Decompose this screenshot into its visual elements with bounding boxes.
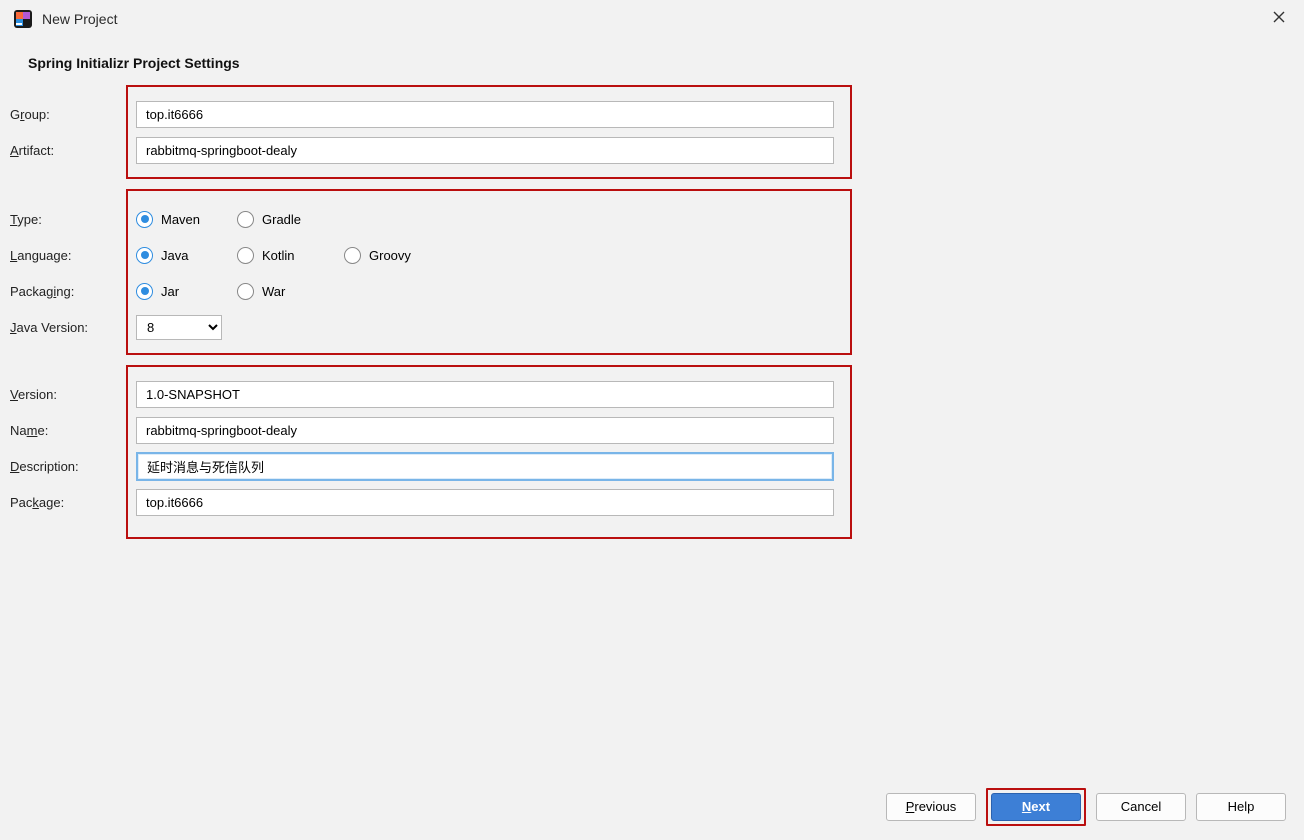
cancel-button[interactable]: Cancel: [1096, 793, 1186, 821]
label-name: Name:: [10, 423, 130, 438]
box-type-lang-pack: Type: Maven Gradle Language: Java Kotlin…: [126, 189, 852, 355]
previous-button[interactable]: Previous: [886, 793, 976, 821]
radio-packaging-war[interactable]: War: [237, 283, 330, 300]
box-metadata: Version: Name: Description: Package:: [126, 365, 852, 539]
description-input[interactable]: [136, 452, 834, 481]
button-bar: Previous Next Cancel Help: [886, 788, 1286, 826]
label-package: Package:: [10, 495, 130, 510]
label-javaversion: Java Version:: [10, 320, 130, 335]
next-button[interactable]: Next: [991, 793, 1081, 821]
package-input[interactable]: [136, 489, 834, 516]
page-heading: Spring Initializr Project Settings: [28, 55, 1286, 71]
radio-lang-groovy[interactable]: Groovy: [344, 247, 444, 264]
label-description: Description:: [10, 459, 130, 474]
name-input[interactable]: [136, 417, 834, 444]
label-packaging: Packaging:: [10, 284, 130, 299]
next-highlight: Next: [986, 788, 1086, 826]
label-language: Language:: [10, 248, 130, 263]
label-type: Type:: [10, 212, 130, 227]
label-version: Version:: [10, 387, 130, 402]
version-input[interactable]: [136, 381, 834, 408]
radio-type-gradle[interactable]: Gradle: [237, 211, 330, 228]
java-version-select[interactable]: 8: [136, 315, 222, 340]
label-group: Group:: [10, 107, 130, 122]
window-title: New Project: [42, 11, 117, 27]
radio-packaging-jar[interactable]: Jar: [136, 283, 223, 300]
radio-type-maven[interactable]: Maven: [136, 211, 223, 228]
box-group-artifact: Group: Artifact:: [126, 85, 852, 179]
radio-lang-kotlin[interactable]: Kotlin: [237, 247, 330, 264]
help-button[interactable]: Help: [1196, 793, 1286, 821]
intellij-icon: [14, 10, 32, 28]
titlebar: New Project: [0, 0, 1304, 38]
label-artifact: Artifact:: [10, 143, 130, 158]
radio-lang-java[interactable]: Java: [136, 247, 223, 264]
artifact-input[interactable]: [136, 137, 834, 164]
close-icon[interactable]: [1262, 2, 1296, 32]
group-input[interactable]: [136, 101, 834, 128]
content-area: Spring Initializr Project Settings Group…: [28, 55, 1286, 549]
